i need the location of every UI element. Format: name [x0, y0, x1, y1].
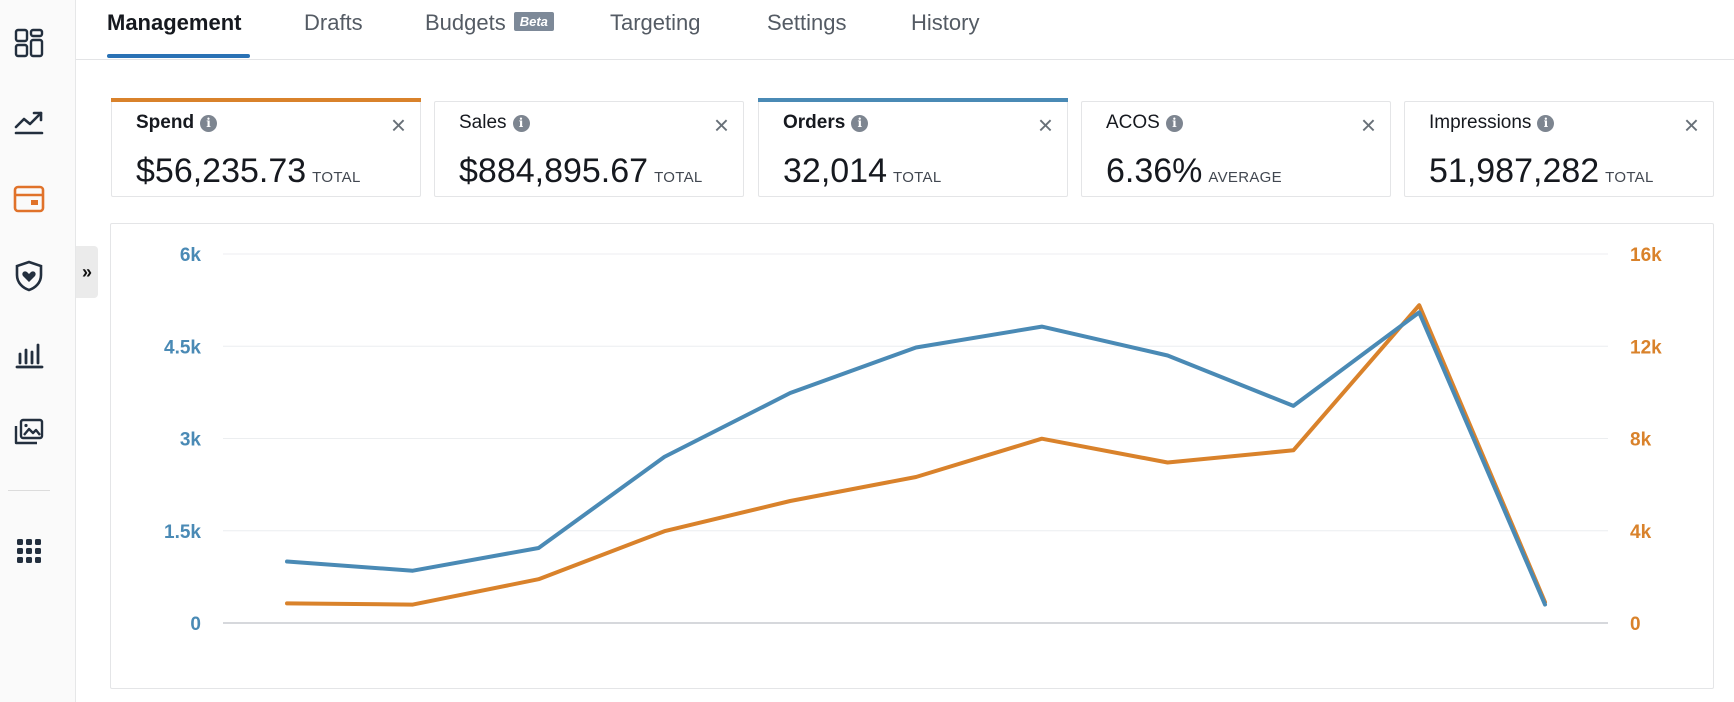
apps-grid-icon[interactable] [10, 532, 48, 570]
left-axis-tick-label: 1.5k [164, 522, 201, 543]
metric-label: Sales [459, 112, 507, 133]
metric-accent-bar [758, 98, 1068, 102]
tab-management[interactable]: Management [107, 10, 241, 36]
metric-label: Impressions [1429, 112, 1532, 133]
line-chart-canvas: 0 0 1.5k 4k 3k 8k 4.5k 12k 6k 16k [164, 245, 1662, 635]
right-axis-tick-label: 12k [1630, 337, 1662, 358]
close-icon[interactable]: × [1038, 112, 1053, 138]
tab-budgets[interactable]: Budgets Beta [425, 10, 554, 36]
metric-card-acos[interactable]: ACOS i × 6.36% AVERAGE [1081, 101, 1391, 197]
info-icon[interactable]: i [1165, 114, 1183, 132]
performance-chart: 0 0 1.5k 4k 3k 8k 4.5k 12k 6k 16k [110, 223, 1714, 689]
metric-unit: AVERAGE [1208, 169, 1282, 186]
left-axis-tick-label: 3k [180, 430, 202, 451]
metric-unit: TOTAL [312, 169, 361, 186]
metric-unit: TOTAL [654, 169, 703, 186]
campaign-icon[interactable] [10, 180, 48, 218]
expand-sidebar-toggle[interactable]: » [76, 246, 98, 298]
metric-label: ACOS [1106, 112, 1160, 133]
info-icon[interactable]: i [1537, 114, 1555, 132]
rail-divider [8, 490, 50, 491]
left-navigation-rail [0, 0, 76, 702]
info-icon[interactable]: i [512, 114, 530, 132]
metric-label: Orders [783, 112, 846, 133]
metric-card-impressions[interactable]: Impressions i × 51,987,282 TOTAL [1404, 101, 1714, 197]
tab-settings[interactable]: Settings [767, 10, 847, 36]
close-icon[interactable]: × [1361, 112, 1376, 138]
right-axis-tick-label: 8k [1630, 430, 1652, 451]
right-axis-tick-label: 0 [1630, 614, 1641, 635]
shield-heart-icon[interactable] [10, 257, 48, 295]
info-icon[interactable]: i [200, 114, 218, 132]
right-axis-tick-label: 16k [1630, 245, 1662, 266]
dashboard-icon[interactable] [10, 24, 48, 62]
bar-chart-icon[interactable] [10, 335, 48, 373]
metric-value: $56,235.73 [136, 152, 307, 190]
metric-unit: TOTAL [893, 169, 942, 186]
orders-series-line [285, 310, 1547, 607]
metric-value: 6.36% [1106, 152, 1203, 190]
active-tab-indicator [107, 54, 250, 58]
close-icon[interactable]: × [1684, 112, 1699, 138]
left-axis-tick-label: 6k [180, 245, 202, 266]
tab-drafts[interactable]: Drafts [304, 10, 363, 36]
media-library-icon[interactable] [10, 413, 48, 451]
left-axis-tick-label: 4.5k [164, 337, 201, 358]
tab-targeting[interactable]: Targeting [610, 10, 701, 36]
tab-bar: Management Drafts Budgets Beta Targeting … [76, 0, 1734, 60]
close-icon[interactable]: × [391, 112, 406, 138]
metric-card-sales[interactable]: Sales i × $884,895.67 TOTAL [434, 101, 744, 197]
info-icon[interactable]: i [851, 114, 869, 132]
metric-value: 51,987,282 [1429, 152, 1600, 190]
trending-up-icon[interactable] [10, 102, 48, 140]
tab-budgets-label: Budgets [425, 10, 506, 35]
metric-card-spend[interactable]: Spend i × $56,235.73 TOTAL [111, 98, 421, 197]
metric-accent-bar [111, 98, 421, 102]
metric-value: 32,014 [783, 152, 887, 190]
metric-card-orders[interactable]: Orders i × 32,014 TOTAL [758, 98, 1068, 197]
metric-value: $884,895.67 [459, 152, 649, 190]
close-icon[interactable]: × [714, 112, 729, 138]
metric-unit: TOTAL [1605, 169, 1654, 186]
right-axis-tick-label: 4k [1630, 522, 1652, 543]
beta-badge: Beta [513, 12, 554, 31]
metric-label: Spend [136, 112, 195, 133]
tab-history[interactable]: History [911, 10, 979, 36]
left-axis-tick-label: 0 [190, 614, 201, 635]
